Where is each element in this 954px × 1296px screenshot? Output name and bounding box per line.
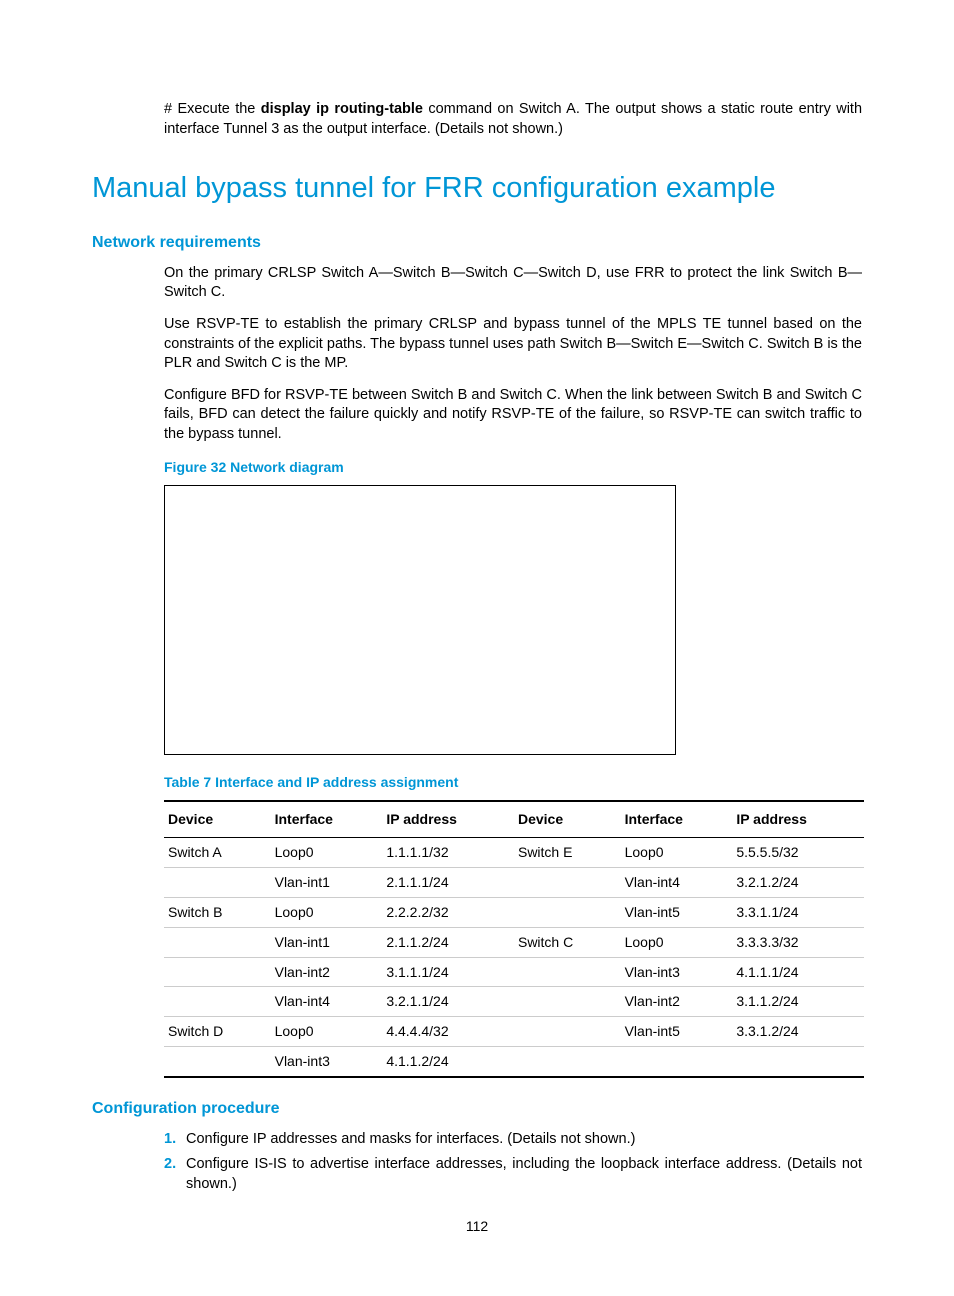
table-cell: Vlan-int5	[621, 1017, 733, 1047]
table-cell: Switch D	[164, 1017, 271, 1047]
col-interface-1: Interface	[271, 801, 383, 837]
table-cell: Vlan-int3	[271, 1047, 383, 1077]
intro-paragraph: # Execute the display ip routing-table c…	[164, 100, 862, 139]
table-cell: 3.3.1.2/24	[732, 1017, 864, 1047]
step-text: Configure IS-IS to advertise interface a…	[186, 1155, 862, 1194]
steps-list: 1.Configure IP addresses and masks for i…	[164, 1130, 862, 1195]
table-cell: Loop0	[271, 838, 383, 868]
intro-text-prefix: # Execute the	[164, 101, 261, 117]
list-item: 2.Configure IS-IS to advertise interface…	[164, 1155, 862, 1194]
list-item: 1.Configure IP addresses and masks for i…	[164, 1130, 862, 1150]
table-cell	[164, 957, 271, 987]
table-cell: 4.1.1.1/24	[732, 957, 864, 987]
table-cell: 2.1.1.2/24	[382, 927, 514, 957]
table-cell	[621, 1047, 733, 1077]
table-cell: 3.3.1.1/24	[732, 897, 864, 927]
configuration-procedure-heading: Configuration procedure	[92, 1098, 862, 1120]
section-title: Manual bypass tunnel for FRR configurati…	[92, 169, 862, 208]
table-caption: Table 7 Interface and IP address assignm…	[164, 773, 862, 792]
step-number: 1.	[164, 1130, 186, 1150]
table-cell: Vlan-int4	[271, 987, 383, 1017]
table-cell: 3.2.1.1/24	[382, 987, 514, 1017]
table-cell	[164, 867, 271, 897]
col-device-2: Device	[514, 801, 621, 837]
table-cell: 2.2.2.2/32	[382, 897, 514, 927]
table-cell: Vlan-int1	[271, 927, 383, 957]
table-cell	[732, 1047, 864, 1077]
col-device-1: Device	[164, 801, 271, 837]
table-cell	[514, 867, 621, 897]
table-row: Vlan-int23.1.1.1/24 Vlan-int34.1.1.1/24	[164, 957, 864, 987]
table-cell	[514, 897, 621, 927]
table-row: Vlan-int12.1.1.1/24 Vlan-int43.2.1.2/24	[164, 867, 864, 897]
table-cell	[514, 1017, 621, 1047]
table-body: Switch ALoop01.1.1.1/32Switch ELoop05.5.…	[164, 838, 864, 1078]
network-req-para-2: Use RSVP-TE to establish the primary CRL…	[164, 315, 862, 374]
network-requirements-heading: Network requirements	[92, 232, 862, 254]
table-cell	[514, 1047, 621, 1077]
table-cell: Vlan-int1	[271, 867, 383, 897]
table-cell	[164, 987, 271, 1017]
table-cell: Switch E	[514, 838, 621, 868]
table-row: Switch BLoop02.2.2.2/32 Vlan-int53.3.1.1/…	[164, 897, 864, 927]
table-row: Switch DLoop04.4.4.4/32 Vlan-int53.3.1.2/…	[164, 1017, 864, 1047]
table-cell: Switch A	[164, 838, 271, 868]
table-cell	[514, 957, 621, 987]
step-number: 2.	[164, 1155, 186, 1175]
table-cell: Loop0	[621, 927, 733, 957]
col-ip-2: IP address	[732, 801, 864, 837]
table-header-row: Device Interface IP address Device Inter…	[164, 801, 864, 837]
table-cell: Vlan-int4	[621, 867, 733, 897]
table-row: Switch ALoop01.1.1.1/32Switch ELoop05.5.…	[164, 838, 864, 868]
table-cell: Switch B	[164, 897, 271, 927]
table-cell: Vlan-int5	[621, 897, 733, 927]
table-cell	[164, 1047, 271, 1077]
step-text: Configure IP addresses and masks for int…	[186, 1130, 862, 1150]
table-cell: 2.1.1.1/24	[382, 867, 514, 897]
table-cell: 4.4.4.4/32	[382, 1017, 514, 1047]
table-cell: 3.1.1.2/24	[732, 987, 864, 1017]
table-cell: 3.3.3.3/32	[732, 927, 864, 957]
network-req-para-1: On the primary CRLSP Switch A—Switch B—S…	[164, 264, 862, 303]
table-cell: Loop0	[271, 897, 383, 927]
figure-caption: Figure 32 Network diagram	[164, 458, 862, 477]
table-cell	[164, 927, 271, 957]
ip-address-table: Device Interface IP address Device Inter…	[164, 800, 864, 1078]
table-cell: 4.1.1.2/24	[382, 1047, 514, 1077]
table-cell: 3.1.1.1/24	[382, 957, 514, 987]
table-cell: 1.1.1.1/32	[382, 838, 514, 868]
table-row: Vlan-int12.1.1.2/24Switch CLoop03.3.3.3/…	[164, 927, 864, 957]
table-row: Vlan-int34.1.1.2/24	[164, 1047, 864, 1077]
table-cell: Loop0	[621, 838, 733, 868]
col-ip-1: IP address	[382, 801, 514, 837]
table-cell: Vlan-int2	[271, 957, 383, 987]
network-req-para-3: Configure BFD for RSVP-TE between Switch…	[164, 386, 862, 445]
table-cell: Vlan-int3	[621, 957, 733, 987]
table-cell: 3.2.1.2/24	[732, 867, 864, 897]
network-diagram-placeholder	[164, 485, 676, 755]
page-number: 112	[0, 1217, 954, 1236]
command-name: display ip routing-table	[261, 101, 423, 117]
table-cell: 5.5.5.5/32	[732, 838, 864, 868]
table-cell	[514, 987, 621, 1017]
table-cell: Loop0	[271, 1017, 383, 1047]
table-row: Vlan-int43.2.1.1/24 Vlan-int23.1.1.2/24	[164, 987, 864, 1017]
table-cell: Vlan-int2	[621, 987, 733, 1017]
col-interface-2: Interface	[621, 801, 733, 837]
table-cell: Switch C	[514, 927, 621, 957]
